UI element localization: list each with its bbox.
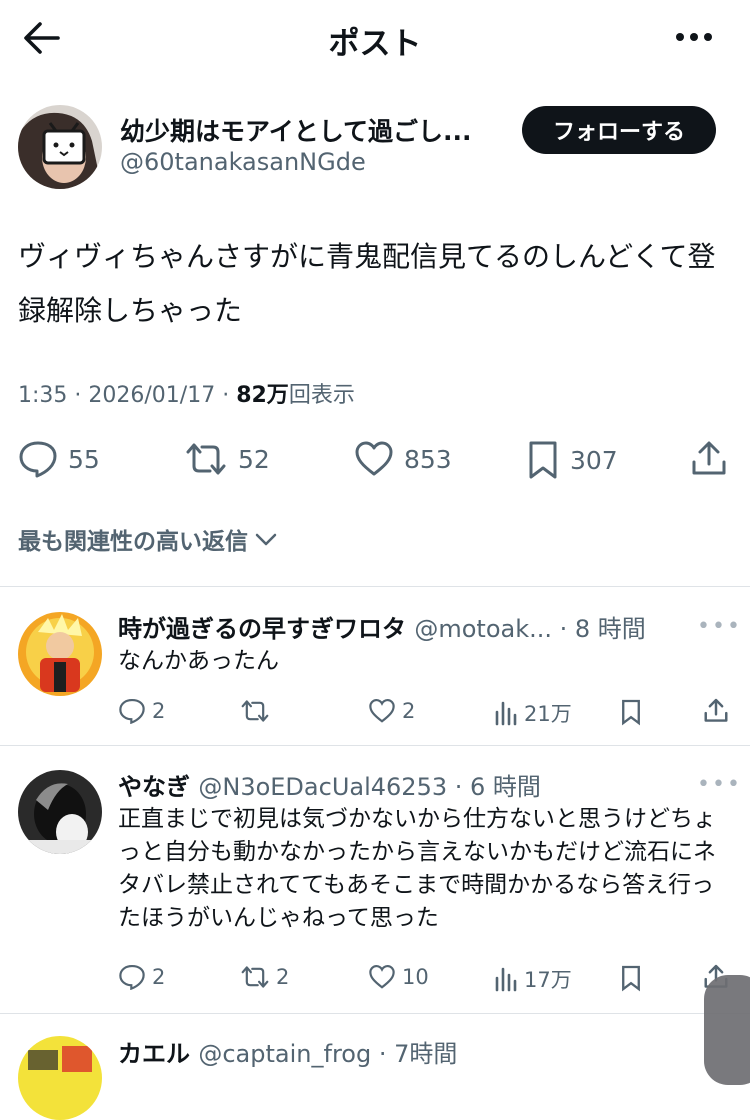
bookmark-icon[interactable] bbox=[620, 698, 642, 726]
view-count: 21万 bbox=[524, 702, 572, 726]
sort-label: 最も関連性の高い返信 bbox=[18, 529, 248, 555]
reply-action[interactable]: 2 bbox=[118, 698, 165, 724]
repost-icon bbox=[241, 966, 269, 988]
views-action[interactable]: 21万 bbox=[494, 698, 572, 728]
reply-avatar[interactable] bbox=[18, 612, 102, 696]
share-icon[interactable] bbox=[690, 440, 728, 478]
reply-avatar[interactable] bbox=[18, 770, 102, 854]
like-count: 10 bbox=[402, 965, 429, 989]
heart-icon bbox=[355, 441, 393, 476]
reply-avatar[interactable] bbox=[18, 1036, 102, 1120]
follow-button[interactable]: フォローする bbox=[522, 106, 716, 154]
reply-action[interactable]: 55 bbox=[18, 440, 100, 478]
reply-time: 8 時間 bbox=[574, 615, 646, 643]
page-title: ポスト bbox=[328, 26, 422, 62]
views-action[interactable]: 17万 bbox=[494, 964, 572, 994]
like-action[interactable]: 10 bbox=[368, 964, 429, 990]
like-action[interactable]: 853 bbox=[354, 440, 452, 478]
reply-text: なんかあったん bbox=[118, 648, 279, 674]
repost-icon bbox=[241, 700, 269, 722]
like-count: 853 bbox=[404, 444, 452, 474]
reply-time: 7時間 bbox=[394, 1040, 458, 1068]
reply-author-name[interactable]: やなぎ @N3oEDacUal46253 · 6 時間 bbox=[118, 767, 541, 802]
author-avatar[interactable] bbox=[18, 105, 102, 189]
divider bbox=[0, 1013, 750, 1014]
like-action[interactable]: 2 bbox=[368, 698, 415, 724]
post-time: 1:35 bbox=[18, 383, 68, 408]
reply-icon bbox=[119, 964, 145, 990]
bookmark-icon bbox=[529, 441, 557, 479]
post-meta: 1:35 · 2026/01/17 · 82万回表示 bbox=[18, 383, 355, 408]
repost-count: 52 bbox=[238, 444, 270, 474]
analytics-icon bbox=[495, 967, 517, 992]
reply-count: 2 bbox=[152, 699, 166, 723]
author-handle[interactable]: @60tanakasanNGde bbox=[120, 148, 366, 176]
post-text: ヴィヴィちゃんさすがに青鬼配信見てるのしんどくて登録解除しちゃった bbox=[18, 240, 716, 327]
post-date: 2026/01/17 bbox=[88, 383, 216, 408]
reply-icon bbox=[19, 441, 57, 478]
more-options-icon[interactable]: ••• bbox=[697, 614, 742, 639]
author-name[interactable]: 幼少期はモアイとして過ごし... bbox=[120, 112, 472, 148]
view-count: 82万 bbox=[236, 383, 289, 408]
reply-author-handle[interactable]: @motoak... bbox=[414, 615, 552, 643]
reply-text: 正直まじで初見は気づかないから仕方ないと思うけどちょっと自分も動かなかったから言… bbox=[118, 806, 716, 931]
more-options-icon[interactable]: ••• bbox=[697, 772, 742, 797]
reply-time: 6 時間 bbox=[470, 773, 541, 801]
chevron-down-icon bbox=[255, 533, 277, 546]
reply-sort-selector[interactable]: 最も関連性の高い返信 bbox=[18, 522, 280, 556]
bookmark-count: 307 bbox=[570, 445, 618, 475]
reply-action[interactable]: 2 bbox=[118, 964, 165, 990]
share-icon[interactable] bbox=[703, 698, 729, 724]
repost-count: 2 bbox=[276, 965, 290, 989]
repost-icon bbox=[186, 443, 226, 475]
reply-author-handle[interactable]: @N3oEDacUal46253 bbox=[198, 773, 447, 801]
divider bbox=[0, 586, 750, 587]
heart-icon bbox=[369, 698, 395, 723]
repost-action[interactable] bbox=[240, 698, 276, 724]
reply-author-name[interactable]: カエル @captain_frog · 7時間 bbox=[118, 1034, 457, 1069]
reply-author-handle[interactable]: @captain_frog bbox=[198, 1040, 371, 1068]
repost-action[interactable]: 2 bbox=[240, 964, 289, 990]
like-count: 2 bbox=[402, 699, 416, 723]
reply-icon bbox=[119, 698, 145, 724]
bookmark-icon[interactable] bbox=[620, 964, 642, 992]
bookmark-action[interactable]: 307 bbox=[526, 440, 618, 480]
analytics-icon bbox=[495, 701, 517, 726]
scroll-thumb[interactable] bbox=[704, 975, 750, 1085]
views-label: 回表示 bbox=[288, 383, 355, 408]
reply-count: 2 bbox=[152, 965, 166, 989]
reply-author-name[interactable]: 時が過ぎるの早すぎワロタ @motoak... · 8 時間 bbox=[118, 609, 646, 644]
divider bbox=[0, 745, 750, 746]
repost-action[interactable]: 52 bbox=[184, 440, 270, 478]
heart-icon bbox=[369, 964, 395, 989]
reply-count: 55 bbox=[68, 444, 100, 474]
view-count: 17万 bbox=[524, 968, 572, 992]
more-options-icon[interactable] bbox=[674, 28, 714, 46]
